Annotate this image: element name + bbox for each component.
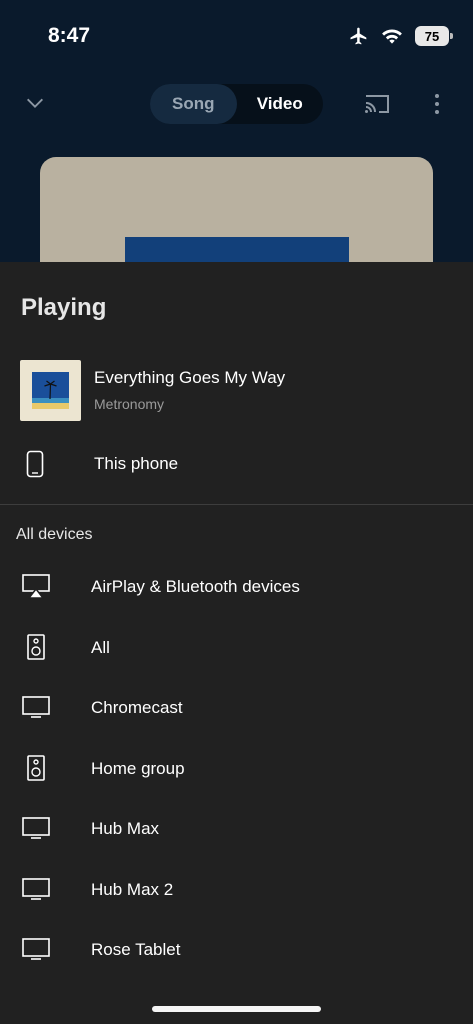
- device-rose-tablet[interactable]: Rose Tablet: [0, 920, 473, 981]
- device-label: Rose Tablet: [91, 940, 181, 959]
- now-playing-row: Everything Goes My Way Metronomy: [20, 360, 453, 422]
- device-label: Home group: [91, 758, 185, 778]
- phone-icon: [26, 450, 44, 478]
- tv-icon: [22, 877, 50, 900]
- device-label: Chromecast: [91, 698, 183, 717]
- device-this-phone[interactable]: This phone: [0, 442, 473, 486]
- album-art-image: [125, 237, 349, 262]
- device-chromecast[interactable]: Chromecast: [0, 678, 473, 739]
- tv-icon: [22, 817, 50, 839]
- tv-icon: [22, 696, 50, 718]
- sheet-heading: Playing: [21, 294, 107, 321]
- album-thumbnail: [20, 360, 81, 421]
- device-label: Hub Max: [91, 819, 160, 838]
- divider: [0, 504, 473, 505]
- device-hub-max[interactable]: Hub Max: [0, 799, 473, 860]
- device-label: AirPlay & Bluetooth devices: [91, 577, 300, 596]
- this-phone-label: This phone: [94, 454, 179, 473]
- all-devices-heading: All devices: [16, 526, 93, 543]
- tab-song[interactable]: Song: [150, 84, 237, 124]
- device-all[interactable]: All: [0, 618, 473, 679]
- song-video-toggle: Song Video: [150, 84, 323, 124]
- device-hub-max-2[interactable]: Hub Max 2: [0, 860, 473, 921]
- battery-indicator: 75: [415, 26, 453, 46]
- chevron-down-icon[interactable]: [24, 92, 46, 114]
- song-title: Everything Goes My Way: [94, 368, 286, 387]
- device-list: AirPlay & Bluetooth devices All Chromeca…: [0, 557, 473, 981]
- device-home-group[interactable]: Home group: [0, 739, 473, 800]
- airplay-icon: [22, 574, 50, 599]
- device-airplay-bluetooth[interactable]: AirPlay & Bluetooth devices: [0, 557, 473, 618]
- album-art-card: [40, 157, 433, 262]
- tv-icon: [22, 938, 50, 960]
- home-indicator[interactable]: [152, 1006, 321, 1012]
- speaker-icon: [27, 754, 45, 781]
- status-icons: 75: [347, 26, 453, 46]
- more-options-icon[interactable]: [429, 92, 445, 116]
- tab-video[interactable]: Video: [237, 84, 324, 124]
- song-artist: Metronomy: [94, 396, 165, 412]
- status-time: 8:47: [48, 24, 91, 47]
- album-cover-icon: [32, 372, 69, 409]
- cast-icon[interactable]: [363, 92, 391, 116]
- airplane-mode-icon: [350, 27, 367, 45]
- device-label: All: [91, 637, 110, 657]
- status-bar: 8:47 75: [0, 0, 473, 70]
- device-label: Hub Max 2: [91, 879, 174, 899]
- player-top-controls: Song Video: [0, 82, 473, 126]
- wifi-icon: [382, 29, 402, 44]
- player-background: 8:47 75 Song Video: [0, 0, 473, 262]
- cast-device-sheet: Playing Everything Goes My Way Metronomy…: [0, 262, 473, 1024]
- speaker-icon: [27, 633, 45, 660]
